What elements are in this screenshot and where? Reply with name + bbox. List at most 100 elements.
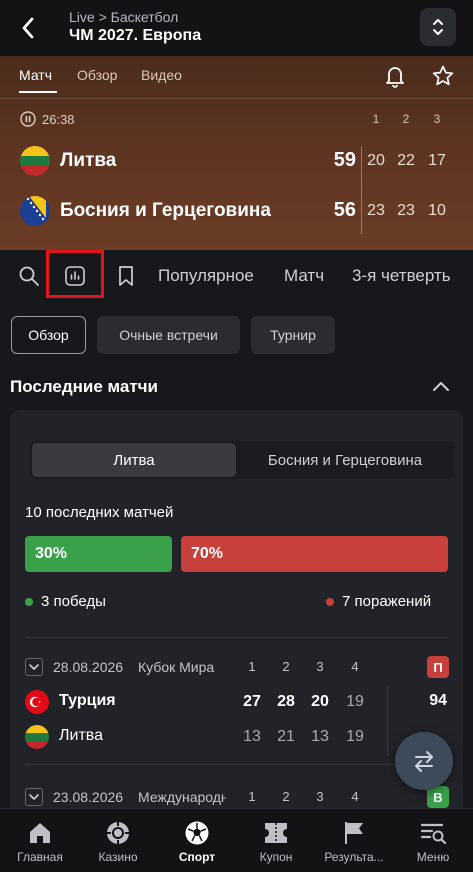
divider: [25, 637, 448, 638]
total-score: 94: [429, 692, 447, 709]
period-score: 27: [243, 693, 261, 710]
team-row-away: Босния и Герцеговина 56 23 23 10: [0, 192, 473, 232]
turkey-flag-icon: [25, 690, 49, 714]
market-toolbar: Популярное Матч 3-я четверть: [0, 250, 473, 302]
chevron-up-icon[interactable]: [431, 379, 451, 395]
match-header[interactable]: 28.08.2026 Кубок Мира 1 2 3 4 П: [25, 656, 449, 678]
breadcrumb[interactable]: Live > Баскетбол: [69, 9, 178, 25]
casino-chip-icon: [104, 819, 132, 847]
divider: [361, 146, 362, 234]
bosnia-flag-icon: [20, 196, 50, 226]
nav-label: Результа...: [324, 850, 384, 864]
team-score: 56: [333, 199, 356, 221]
coupon-icon: [262, 819, 290, 847]
star-icon[interactable]: [431, 64, 455, 88]
nav-home[interactable]: Главная: [0, 809, 80, 872]
losses-count: 7 поражений: [342, 593, 432, 610]
period-score: 22: [397, 152, 415, 169]
top-bar: Live > Баскетбол ЧМ 2027. Европа: [0, 0, 473, 56]
win-dot: [25, 597, 33, 606]
swap-fab-button[interactable]: [395, 732, 453, 790]
losses-percent: 70%: [191, 545, 224, 562]
menu-search-icon: [419, 819, 447, 847]
nav-casino[interactable]: Казино: [78, 809, 158, 872]
period-score: 13: [243, 728, 261, 745]
nav-coupon[interactable]: Купон: [236, 809, 316, 872]
period-header: 3: [316, 789, 324, 804]
period-header: 1: [248, 659, 256, 674]
segment-lithuania[interactable]: Литва: [32, 443, 236, 477]
nav-results[interactable]: Результа...: [314, 809, 394, 872]
bookmark-icon[interactable]: [113, 263, 139, 289]
tab-video[interactable]: Видео: [141, 67, 182, 83]
match-date: 28.08.2026: [53, 659, 124, 675]
bottom-nav: Главная Казино Спорт Купон Результа... М…: [0, 808, 473, 872]
period-score: 13: [311, 728, 329, 745]
chip-overview[interactable]: Обзор: [11, 316, 86, 354]
losses-legend: 7 поражений: [326, 593, 431, 610]
filter-popular[interactable]: Популярное: [158, 266, 254, 286]
search-icon[interactable]: [16, 263, 42, 289]
filter-match[interactable]: Матч: [284, 266, 324, 286]
team-name: Литва: [60, 150, 117, 171]
pause-icon: [20, 111, 36, 127]
nav-label: Спорт: [178, 850, 216, 864]
period-score: 19: [346, 728, 364, 745]
page-title: ЧМ 2027. Европа: [69, 27, 202, 44]
result-row: Литва 13 21 13 19: [25, 723, 448, 751]
period-score: 28: [277, 693, 295, 710]
match-date: 23.08.2026: [53, 789, 124, 805]
lithuania-flag-icon: [25, 725, 49, 749]
team-row-home: Литва 59 20 22 17: [0, 142, 473, 182]
result-row: Турция 27 28 20 19 94: [25, 688, 448, 716]
period-score: 23: [367, 202, 385, 219]
divider: [0, 98, 473, 99]
period-header: 2: [282, 659, 290, 674]
match-banner: Матч Обзор Видео 26:38 1 2 3 Литва 59 20…: [0, 56, 473, 250]
chevron-down-icon[interactable]: [25, 658, 43, 676]
result-badge: П: [427, 656, 449, 678]
event-switch-button[interactable]: [420, 8, 456, 46]
nav-label: Купон: [259, 850, 293, 864]
nav-label: Главная: [17, 850, 63, 864]
period-header: 4: [351, 789, 359, 804]
home-icon: [26, 819, 54, 847]
nav-menu[interactable]: Меню: [393, 809, 473, 872]
match-time: 26:38: [42, 111, 75, 127]
period-header: 1: [248, 789, 256, 804]
match-header[interactable]: 23.08.2026 Международный 1 2 3 4 В: [25, 786, 449, 808]
chip-head-to-head[interactable]: Очные встречи: [97, 316, 240, 354]
chevron-left-icon: [22, 17, 34, 39]
chevron-up-down-icon: [433, 19, 443, 35]
tab-overview[interactable]: Обзор: [77, 67, 117, 83]
match-competition: Международный: [138, 789, 226, 805]
team-name: Турция: [59, 692, 116, 709]
wins-percent: 30%: [35, 545, 68, 562]
loss-dot: [326, 597, 334, 606]
nav-sport[interactable]: Спорт: [157, 809, 237, 872]
chip-tournament[interactable]: Турнир: [251, 316, 335, 354]
lithuania-flag-icon: [20, 146, 50, 176]
period-header: 3: [316, 659, 324, 674]
wins-bar: 30%: [25, 536, 172, 572]
match-competition: Кубок Мира: [138, 659, 215, 675]
stats-icon[interactable]: [62, 263, 88, 289]
period-score: 20: [367, 152, 385, 169]
bell-icon[interactable]: [384, 64, 406, 88]
period-header: 2: [282, 789, 290, 804]
period-header: 3: [433, 112, 441, 126]
nav-label: Казино: [98, 850, 138, 864]
chevron-down-icon[interactable]: [25, 788, 43, 806]
period-header: 4: [351, 659, 359, 674]
period-score: 21: [277, 728, 295, 745]
period-score: 20: [311, 693, 329, 710]
filter-quarter[interactable]: 3-я четверть: [352, 266, 451, 286]
section-title: Последние матчи: [10, 377, 159, 396]
tab-match[interactable]: Матч: [19, 67, 52, 83]
segment-bosnia[interactable]: Босния и Герцеговина: [238, 443, 452, 477]
losses-bar: 70%: [181, 536, 448, 572]
team-name: Босния и Герцеговина: [60, 200, 271, 221]
back-button[interactable]: [14, 12, 42, 44]
period-score: 23: [397, 202, 415, 219]
period-score: 17: [428, 152, 446, 169]
